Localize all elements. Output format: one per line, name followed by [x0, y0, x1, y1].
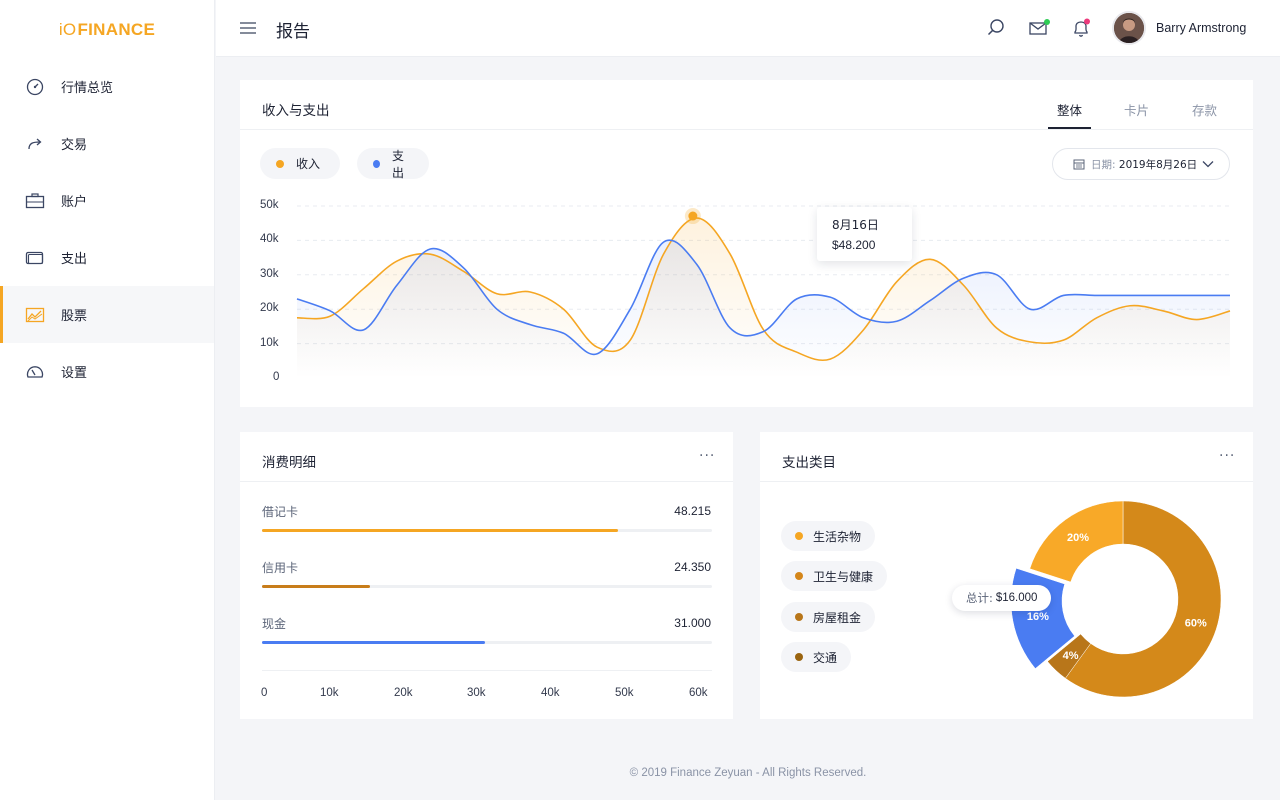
logo-text: FINANCE — [77, 20, 156, 39]
series-line-expense — [296, 239, 1230, 356]
sidebar-item-label: 账户 — [61, 195, 88, 210]
tooltip-date: 8月16日 — [832, 218, 879, 232]
date-label: 日期: — [1091, 158, 1116, 171]
legend-dot-income — [276, 159, 284, 168]
x-tick-label: 30k — [467, 687, 486, 699]
expense-categories-card: 支出类目 ··· 生活杂物 卫生与健康 房屋租金 交通 60% 4% 16% 20% … — [760, 432, 1253, 719]
date-picker[interactable]: 日期: 2019年8月26日 — [1052, 148, 1230, 180]
sidebar-item-overview[interactable]: 行情总览 — [0, 58, 214, 115]
spending-details-card: 消费明细 ··· 借记卡 48.215 信用卡 24.350 现金 31.000… — [240, 432, 733, 719]
y-tick-label: 20k — [260, 302, 279, 314]
app-logo[interactable]: iO FINANCE — [0, 0, 214, 60]
sidebar-item-label: 行情总览 — [61, 81, 114, 96]
x-tick-label: 20k — [394, 687, 413, 699]
expense-donut-chart: 60% 4% 16% 20% — [1010, 500, 1222, 698]
sidebar-item-account[interactable]: 账户 — [0, 172, 214, 229]
page-title: 报告 — [276, 22, 310, 42]
bar-value: 48.215 — [674, 504, 711, 518]
total-value: $16.000 — [995, 592, 1038, 604]
briefcase-icon — [25, 191, 45, 211]
chart-tooltip: 8月16日 $48.200 — [817, 207, 912, 261]
donut-total-label: 总计: $16.000 — [952, 585, 1052, 611]
bar-fill-cash — [262, 641, 485, 644]
menu-toggle-button[interactable] — [240, 20, 257, 36]
total-label-text: 总计: — [966, 591, 993, 605]
x-tick-label: 40k — [541, 687, 560, 699]
tooltip-value: $48.200 — [832, 238, 876, 252]
dashboard-icon — [25, 362, 45, 382]
axis-line — [262, 670, 712, 671]
bar-track — [262, 529, 712, 532]
tooltip-marker — [688, 211, 698, 221]
tab-savings[interactable]: 存款 — [1192, 100, 1217, 119]
series-line-income — [296, 217, 1231, 362]
legend-label: 支出 — [392, 148, 405, 180]
hamburger-icon — [240, 22, 256, 34]
bar-track — [262, 641, 712, 644]
y-tick-label: 10k — [260, 337, 279, 349]
top-header: 报告 Barry Armstrong — [216, 0, 1280, 57]
y-tick-label: 50k — [260, 199, 279, 211]
y-tick-label: 0 — [273, 371, 280, 383]
bar-fill-debit — [262, 529, 618, 532]
user-name[interactable]: Barry Armstrong — [1156, 21, 1246, 35]
tab-cards[interactable]: 卡片 — [1124, 100, 1149, 119]
footer: © 2019 Finance Zeyuan - All Rights Reser… — [629, 766, 867, 779]
series-area-0 — [297, 218, 1230, 378]
more-options-button[interactable]: ··· — [699, 448, 715, 464]
sidebar-item-label: 交易 — [61, 138, 88, 153]
legend-expense[interactable]: 支出 — [357, 148, 429, 180]
sidebar-item-trade[interactable]: 交易 — [0, 115, 214, 172]
donut-segment-label: 16% — [1027, 611, 1049, 623]
logo-prefix: iO — [58, 20, 77, 39]
tooltip-marker-halo — [684, 208, 701, 225]
donut-segment-label: 60% — [1185, 618, 1207, 630]
sidebar-item-stocks[interactable]: 股票 — [0, 286, 214, 343]
card-divider — [240, 129, 1253, 130]
donut-segment-label: 4% — [1063, 650, 1079, 662]
legend-income[interactable]: 收入 — [260, 148, 340, 179]
x-tick-label: 50k — [615, 687, 634, 699]
tab-overall[interactable]: 整体 — [1057, 100, 1082, 119]
legend-label: 收入 — [296, 157, 321, 171]
donut-segment-label: 20% — [1067, 532, 1089, 544]
y-tick-label: 40k — [260, 233, 279, 245]
calendar-icon — [1073, 159, 1085, 170]
x-tick-label: 10k — [320, 687, 339, 699]
bar-track — [262, 585, 712, 588]
bar-value: 24.350 — [674, 560, 711, 574]
series-area-1 — [297, 240, 1230, 378]
bar-value: 31.000 — [674, 616, 711, 630]
wallet-icon — [25, 248, 45, 268]
sidebar-item-label: 设置 — [61, 366, 88, 381]
avatar[interactable] — [1112, 11, 1146, 45]
sidebar: iO FINANCE 行情总览 交易 账户 支出 股票 设置 — [0, 0, 215, 800]
chart-area-icon — [25, 305, 45, 325]
card-title: 收入与支出 — [262, 103, 330, 119]
search-icon[interactable] — [986, 18, 1008, 40]
x-tick-label: 60k — [689, 687, 708, 699]
sidebar-item-label: 支出 — [61, 252, 88, 267]
bar-label: 借记卡 — [262, 505, 299, 519]
card-divider — [240, 481, 733, 482]
bar-fill-credit — [262, 585, 370, 588]
sidebar-item-settings[interactable]: 设置 — [0, 343, 214, 400]
bar-label: 现金 — [262, 617, 287, 631]
card-title: 消费明细 — [262, 455, 316, 471]
y-tick-label: 30k — [260, 268, 279, 280]
mail-icon[interactable] — [1028, 18, 1050, 40]
chevron-down-icon — [1202, 161, 1214, 168]
gauge-icon — [25, 77, 45, 97]
bell-icon[interactable] — [1071, 18, 1093, 40]
sidebar-item-expense[interactable]: 支出 — [0, 229, 214, 286]
sidebar-item-label: 股票 — [61, 309, 88, 324]
income-expense-card: 收入与支出 整体 卡片 存款 收入 支出 日期: 2019年8月26日 50k … — [240, 80, 1253, 407]
share-arrow-icon — [25, 134, 45, 154]
bar-label: 信用卡 — [262, 561, 299, 575]
date-value: 2019年8月26日 — [1118, 158, 1198, 171]
legend-dot-expense — [373, 159, 380, 168]
x-tick-label: 0 — [261, 687, 268, 699]
